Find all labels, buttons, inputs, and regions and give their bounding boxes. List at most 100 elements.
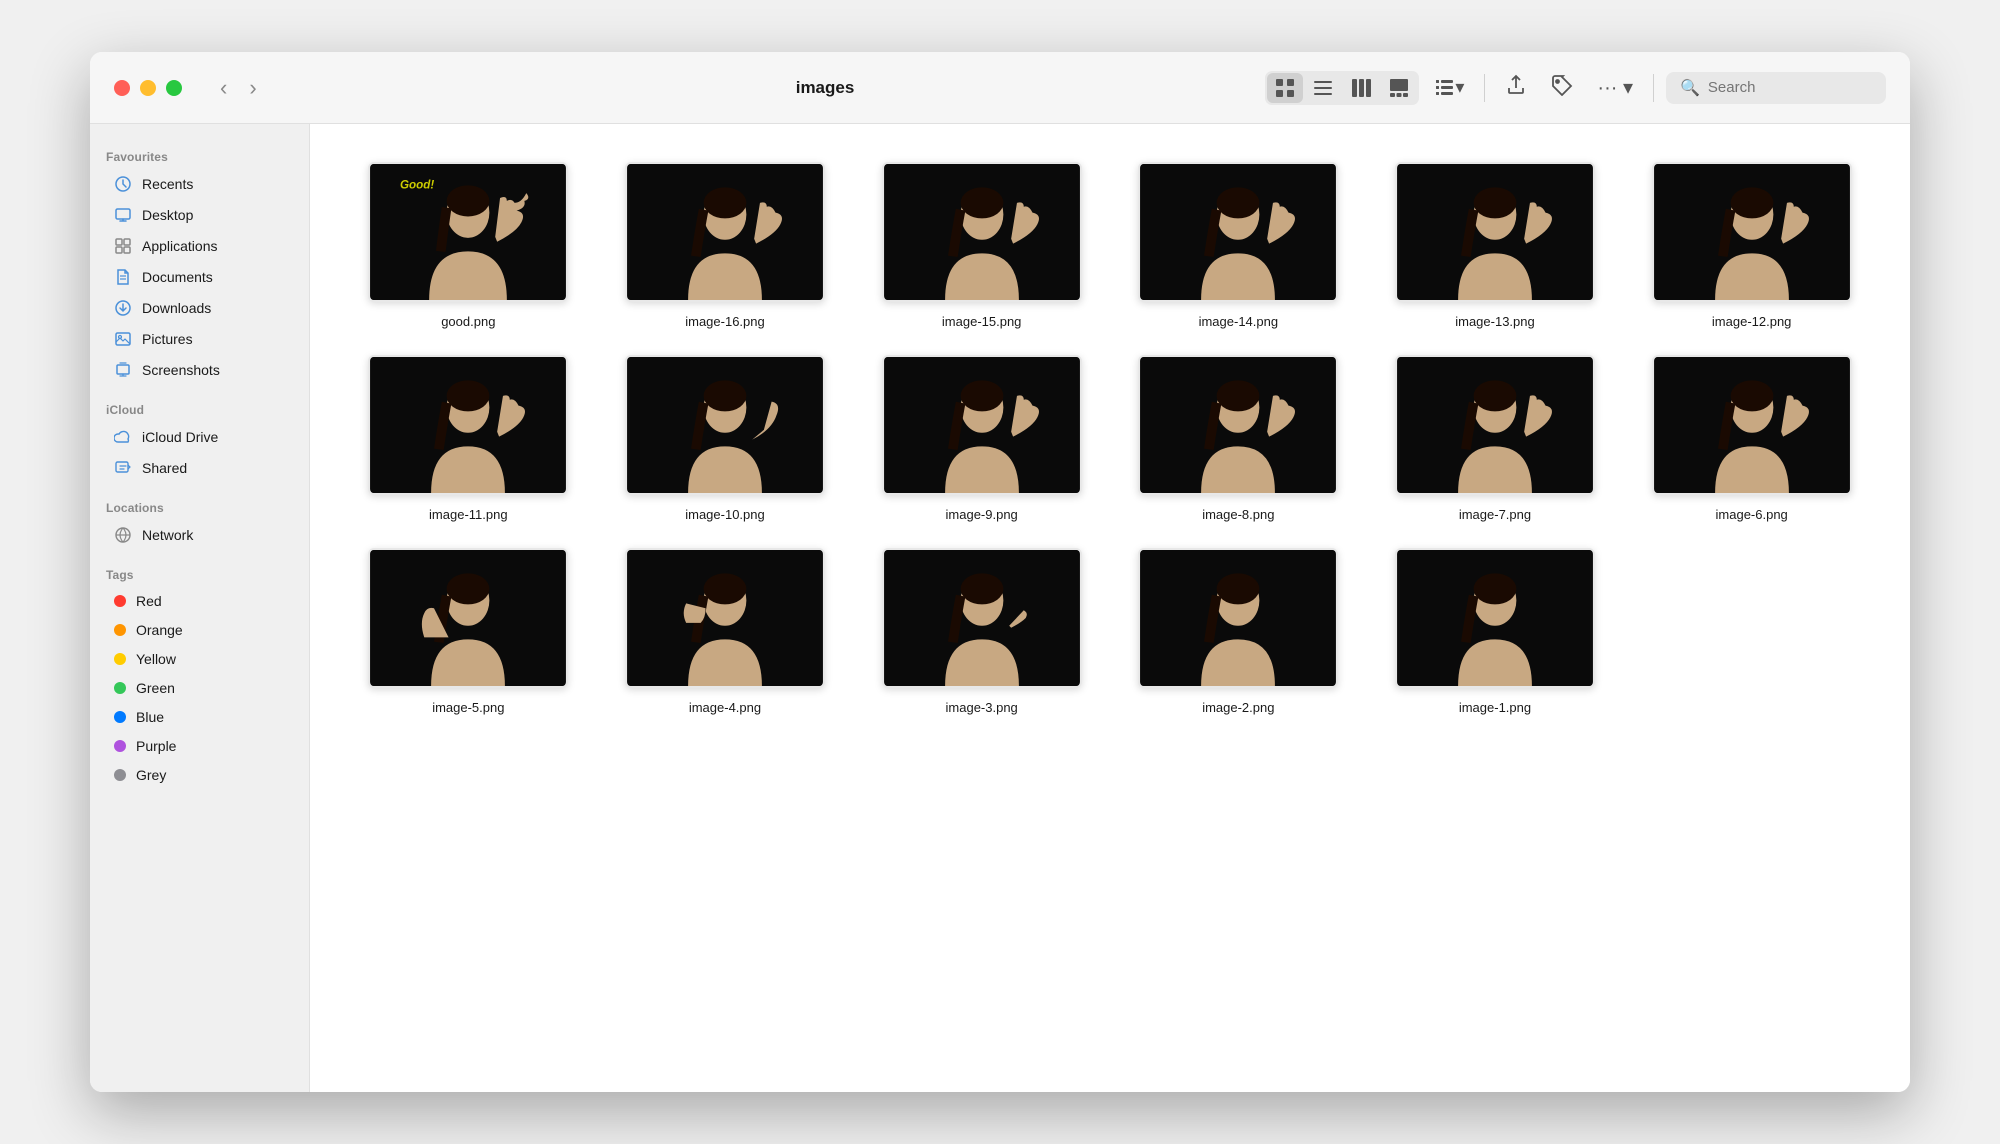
share-button[interactable]: [1497, 69, 1535, 107]
documents-icon: [114, 268, 132, 286]
file-name: image-1.png: [1459, 700, 1531, 715]
sidebar-item-shared[interactable]: Shared: [98, 453, 301, 483]
sidebar-item-documents[interactable]: Documents: [98, 262, 301, 292]
recents-icon: [114, 175, 132, 193]
window-title: images: [285, 78, 1366, 98]
group-button[interactable]: ▾: [1427, 72, 1472, 103]
file-name: image-7.png: [1459, 507, 1531, 522]
search-box: 🔍: [1666, 72, 1886, 104]
gallery-view-button[interactable]: [1381, 73, 1417, 103]
file-thumbnail: [1395, 355, 1595, 495]
sidebar-item-downloads[interactable]: Downloads: [98, 293, 301, 323]
sidebar-item-pictures[interactable]: Pictures: [98, 324, 301, 354]
tag-grey-label: Grey: [136, 767, 166, 783]
sidebar-item-screenshots[interactable]: Screenshots: [98, 355, 301, 385]
sidebar-item-tag-green[interactable]: Green: [98, 674, 301, 702]
sidebar-item-network[interactable]: Network: [98, 520, 301, 550]
screenshots-icon: [114, 361, 132, 379]
file-name: image-13.png: [1455, 314, 1535, 329]
column-view-button[interactable]: [1343, 73, 1379, 103]
icon-view-button[interactable]: [1267, 73, 1303, 103]
icloud-drive-icon: [114, 428, 132, 446]
file-grid: Good! good.png: [310, 124, 1910, 1092]
list-item[interactable]: image-9.png: [863, 347, 1100, 530]
search-icon: 🔍: [1680, 78, 1700, 98]
file-thumbnail: [368, 548, 568, 688]
file-thumbnail: [368, 355, 568, 495]
desktop-icon: [114, 206, 132, 224]
file-thumbnail: [1652, 162, 1852, 302]
network-label: Network: [142, 527, 193, 543]
list-item[interactable]: image-7.png: [1377, 347, 1614, 530]
list-item[interactable]: image-1.png: [1377, 540, 1614, 723]
icloud-drive-label: iCloud Drive: [142, 429, 218, 445]
file-thumbnail: [1652, 355, 1852, 495]
sidebar-item-tag-grey[interactable]: Grey: [98, 761, 301, 789]
back-button[interactable]: ‹: [212, 71, 235, 105]
file-name: image-14.png: [1199, 314, 1279, 329]
traffic-lights: [114, 80, 182, 96]
file-name: image-12.png: [1712, 314, 1792, 329]
list-item[interactable]: image-11.png: [350, 347, 587, 530]
list-item[interactable]: image-6.png: [1633, 347, 1870, 530]
file-thumbnail: [625, 162, 825, 302]
icloud-label: iCloud: [90, 393, 309, 421]
titlebar: ‹ › images: [90, 52, 1910, 124]
file-name: image-2.png: [1202, 700, 1274, 715]
sidebar-item-applications[interactable]: Applications: [98, 231, 301, 261]
maximize-button[interactable]: [166, 80, 182, 96]
pictures-label: Pictures: [142, 331, 193, 347]
list-item[interactable]: image-2.png: [1120, 540, 1357, 723]
minimize-button[interactable]: [140, 80, 156, 96]
file-name: image-10.png: [685, 507, 765, 522]
downloads-icon: [114, 299, 132, 317]
toolbar-icons: ▾ ··· ▾ 🔍: [1265, 69, 1886, 107]
forward-button[interactable]: ›: [241, 71, 264, 105]
shared-icon: [114, 459, 132, 477]
file-thumbnail: [625, 548, 825, 688]
tag-orange-label: Orange: [136, 622, 183, 638]
list-item[interactable]: image-12.png: [1633, 154, 1870, 337]
tag-button[interactable]: [1543, 69, 1581, 107]
sidebar-item-tag-blue[interactable]: Blue: [98, 703, 301, 731]
list-item[interactable]: Good! good.png: [350, 154, 587, 337]
tag-color-grey: [114, 769, 126, 781]
list-view-button[interactable]: [1305, 73, 1341, 103]
list-item[interactable]: image-10.png: [607, 347, 844, 530]
tag-red-label: Red: [136, 593, 162, 609]
more-button[interactable]: ··· ▾: [1589, 70, 1641, 105]
sidebar-item-tag-purple[interactable]: Purple: [98, 732, 301, 760]
list-item[interactable]: image-13.png: [1377, 154, 1614, 337]
list-item[interactable]: image-8.png: [1120, 347, 1357, 530]
file-thumbnail: Good!: [368, 162, 568, 302]
list-item[interactable]: image-4.png: [607, 540, 844, 723]
list-item[interactable]: image-3.png: [863, 540, 1100, 723]
tags-label: Tags: [90, 558, 309, 586]
downloads-label: Downloads: [142, 300, 211, 316]
file-thumbnail: [1138, 355, 1338, 495]
sidebar: Favourites Recents Desktop: [90, 124, 310, 1092]
sidebar-item-icloud-drive[interactable]: iCloud Drive: [98, 422, 301, 452]
desktop-label: Desktop: [142, 207, 193, 223]
sidebar-item-tag-red[interactable]: Red: [98, 587, 301, 615]
tag-color-red: [114, 595, 126, 607]
file-name: image-4.png: [689, 700, 761, 715]
close-button[interactable]: [114, 80, 130, 96]
list-item[interactable]: image-15.png: [863, 154, 1100, 337]
file-thumbnail: [1138, 162, 1338, 302]
favourites-label: Favourites: [90, 140, 309, 168]
list-item[interactable]: image-16.png: [607, 154, 844, 337]
list-item[interactable]: image-5.png: [350, 540, 587, 723]
shared-label: Shared: [142, 460, 187, 476]
sidebar-item-desktop[interactable]: Desktop: [98, 200, 301, 230]
sidebar-item-tag-yellow[interactable]: Yellow: [98, 645, 301, 673]
file-name: image-15.png: [942, 314, 1022, 329]
file-thumbnail: [1138, 548, 1338, 688]
sidebar-item-recents[interactable]: Recents: [98, 169, 301, 199]
tag-color-green: [114, 682, 126, 694]
list-item[interactable]: image-14.png: [1120, 154, 1357, 337]
sidebar-item-tag-orange[interactable]: Orange: [98, 616, 301, 644]
search-input[interactable]: [1708, 79, 1872, 96]
file-name: image-9.png: [946, 507, 1018, 522]
locations-label: Locations: [90, 491, 309, 519]
